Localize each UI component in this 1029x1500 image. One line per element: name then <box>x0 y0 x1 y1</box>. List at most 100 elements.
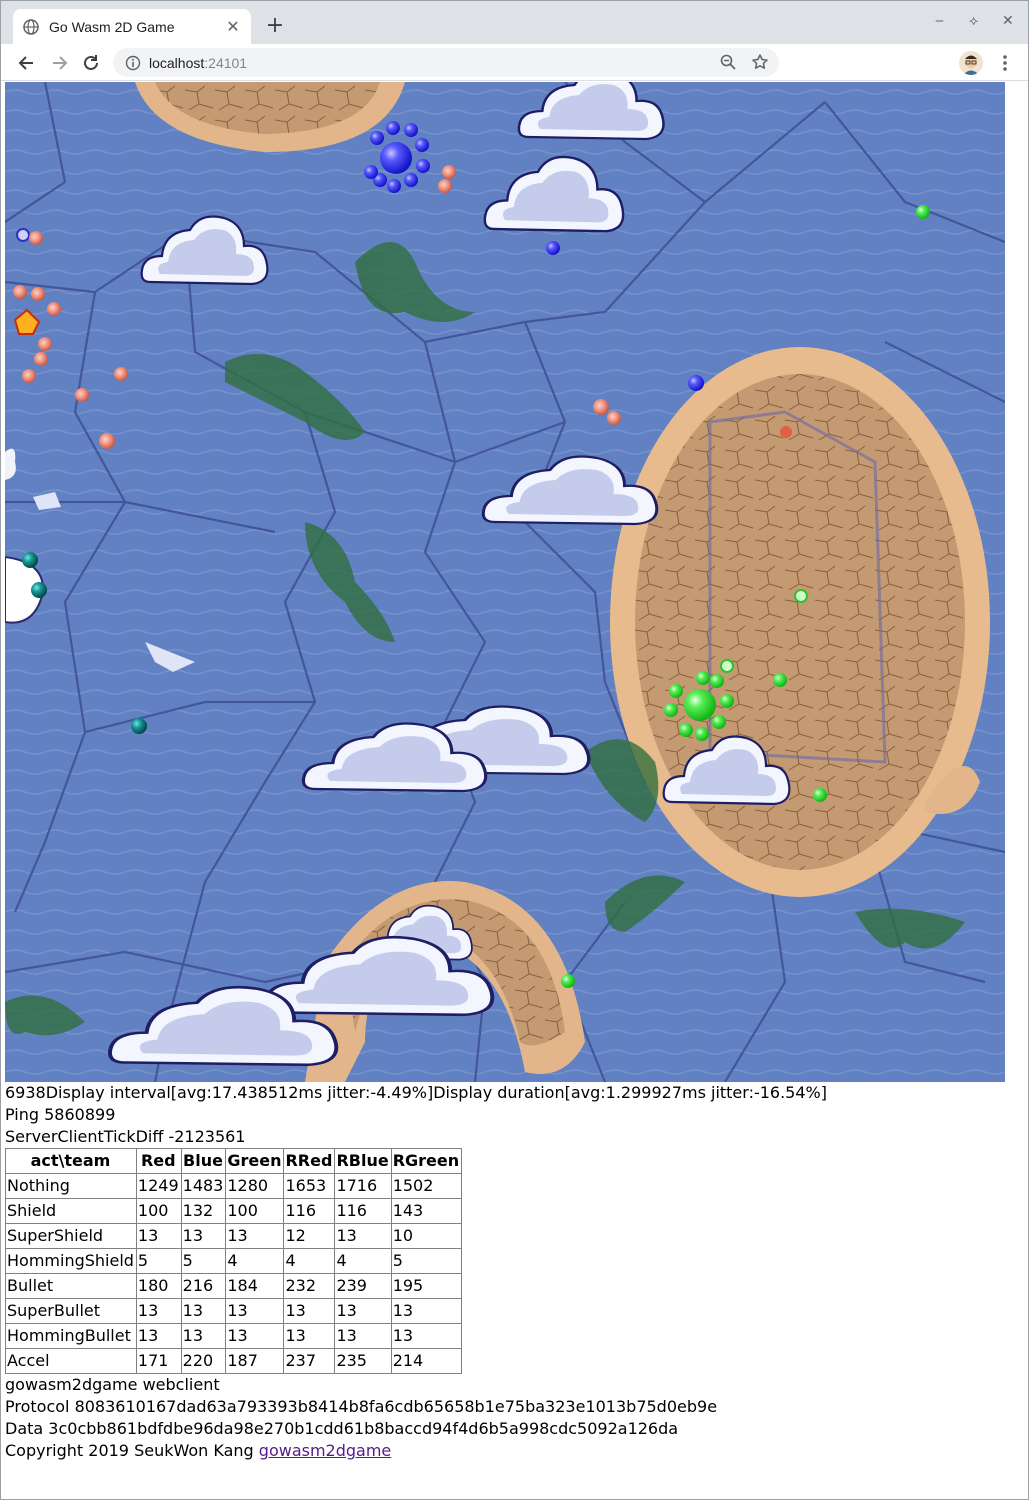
reload-icon[interactable] <box>78 50 104 76</box>
star-icon[interactable] <box>751 53 769 75</box>
table-cell: 132 <box>180 1198 227 1224</box>
table-cell: 5 <box>180 1248 227 1274</box>
table-cell: 1249 <box>135 1173 182 1199</box>
copyright-text: Copyright 2019 SeukWon Kang <box>5 1441 259 1460</box>
table-cell: 5 <box>390 1248 463 1274</box>
close-icon[interactable]: ✕ <box>225 17 241 36</box>
data-hash: Data 3c0cbb861bdfdbe96da98e270b1cdd61b8b… <box>5 1419 679 1438</box>
table-row: HommingBullet 13 13 13 13 13 13 <box>5 1323 463 1349</box>
new-tab-button[interactable]: + <box>263 15 287 39</box>
table-cell: 143 <box>390 1198 463 1224</box>
table-row: Shield 100 132 100 116 116 143 <box>5 1198 463 1224</box>
table-cell: 232 <box>283 1273 336 1299</box>
table-header-cell: act\team <box>5 1148 137 1174</box>
table-cell: HommingShield <box>5 1248 137 1274</box>
table-row: SuperShield 13 13 13 12 13 10 <box>5 1223 463 1249</box>
app-name: gowasm2dgame webclient <box>5 1375 220 1394</box>
table-cell: 10 <box>390 1223 463 1249</box>
table-cell: 4 <box>334 1248 392 1274</box>
url-host: localhost <box>149 54 205 71</box>
table-cell: 4 <box>283 1248 336 1274</box>
table-row: SuperBullet 13 13 13 13 13 13 <box>5 1298 463 1324</box>
forward-icon[interactable] <box>47 50 73 76</box>
table-cell: 13 <box>334 1298 392 1324</box>
project-link[interactable]: gowasm2dgame <box>259 1441 391 1460</box>
table-cell: 4 <box>225 1248 285 1274</box>
table-cell: 100 <box>135 1198 182 1224</box>
table-header-cell: RBlue <box>334 1148 392 1174</box>
table-header-cell: Red <box>135 1148 182 1174</box>
status-area: 6938Display interval[avg:17.438512ms jit… <box>5 1082 1028 1462</box>
table-cell: 13 <box>180 1323 227 1349</box>
table-header-cell: Green <box>225 1148 285 1174</box>
table-cell: 1716 <box>334 1173 392 1199</box>
protocol-hash: Protocol 8083610167dad63a793393b8414b8fa… <box>5 1397 718 1416</box>
tab-active[interactable]: Go Wasm 2D Game ✕ <box>13 9 251 44</box>
table-cell: 12 <box>283 1223 336 1249</box>
table-header-cell: RGreen <box>390 1148 463 1174</box>
table-cell: SuperShield <box>5 1223 137 1249</box>
url-port: :24101 <box>204 54 248 71</box>
table-cell: 237 <box>283 1348 336 1374</box>
table-cell: 13 <box>180 1223 227 1249</box>
globe-icon <box>23 18 39 35</box>
table-cell: 13 <box>225 1323 285 1349</box>
game-canvas[interactable] <box>5 82 1005 1082</box>
copyright: Copyright 2019 SeukWon Kang gowasm2dgame <box>5 1440 1028 1462</box>
table-header-cell: Blue <box>180 1148 227 1174</box>
table-row: HommingShield 5 5 4 4 4 5 <box>5 1248 463 1274</box>
info-icon[interactable] <box>125 55 141 71</box>
table-cell: 13 <box>283 1298 336 1324</box>
zoom-out-icon[interactable] <box>719 53 737 75</box>
table-cell: 13 <box>135 1323 182 1349</box>
table-cell: 116 <box>283 1198 336 1224</box>
table-cell: 13 <box>283 1323 336 1349</box>
table-cell: Accel <box>5 1348 137 1374</box>
table-cell: 180 <box>135 1273 182 1299</box>
toolbar: localhost:24101 <box>1 44 1028 81</box>
table-cell: 216 <box>180 1273 227 1299</box>
table-cell: 13 <box>334 1323 392 1349</box>
menu-icon[interactable] <box>997 53 1013 73</box>
tab-strip: Go Wasm 2D Game ✕ + ‒ ⟡ ✕ <box>1 1 1028 44</box>
table-cell: 214 <box>390 1348 463 1374</box>
table-cell: 13 <box>180 1298 227 1324</box>
action-team-table: act\team Red Blue Green RRed RBlue RGree… <box>5 1148 463 1374</box>
tab-title: Go Wasm 2D Game <box>49 18 175 35</box>
table-cell: 184 <box>225 1273 285 1299</box>
table-header-cell: RRed <box>283 1148 336 1174</box>
table-cell: 13 <box>135 1298 182 1324</box>
back-icon[interactable] <box>13 50 39 76</box>
table-cell: 13 <box>390 1323 463 1349</box>
table-cell: 235 <box>334 1348 392 1374</box>
maximize-icon[interactable]: ⟡ <box>969 13 978 29</box>
table-cell: 13 <box>225 1298 285 1324</box>
table-cell: SuperBullet <box>5 1298 137 1324</box>
table-cell: Shield <box>5 1198 137 1224</box>
table-cell: 220 <box>180 1348 227 1374</box>
table-row: Bullet 180 216 184 232 239 195 <box>5 1273 463 1299</box>
ping-stats: Ping 5860899 <box>5 1105 116 1124</box>
browser-window: Go Wasm 2D Game ✕ + ‒ ⟡ ✕ localhost:2410… <box>0 0 1029 1500</box>
table-cell: 1280 <box>225 1173 285 1199</box>
table-body: Nothing 1249 1483 1280 1653 1716 1502 Shield 10… <box>5 1173 463 1374</box>
table-cell: 13 <box>135 1223 182 1249</box>
table-cell: Bullet <box>5 1273 137 1299</box>
table-cell: 13 <box>225 1223 285 1249</box>
minimize-icon[interactable]: ‒ <box>935 13 944 29</box>
table-cell: 100 <box>225 1198 285 1224</box>
table-cell: 195 <box>390 1273 463 1299</box>
avatar[interactable] <box>959 51 983 75</box>
table-cell: HommingBullet <box>5 1323 137 1349</box>
table-cell: Nothing <box>5 1173 137 1199</box>
display-stats: 6938Display interval[avg:17.438512ms jit… <box>5 1083 827 1102</box>
address-bar[interactable]: localhost:24101 <box>113 48 779 77</box>
table-cell: 187 <box>225 1348 285 1374</box>
table-row: Accel 171 220 187 237 235 214 <box>5 1348 463 1374</box>
window-close-icon[interactable]: ✕ <box>1002 13 1014 29</box>
table-cell: 171 <box>135 1348 182 1374</box>
table-row: Nothing 1249 1483 1280 1653 1716 1502 <box>5 1173 463 1199</box>
tick-diff-stats: ServerClientTickDiff -2123561 <box>5 1127 246 1146</box>
table-cell: 239 <box>334 1273 392 1299</box>
table-cell: 13 <box>390 1298 463 1324</box>
